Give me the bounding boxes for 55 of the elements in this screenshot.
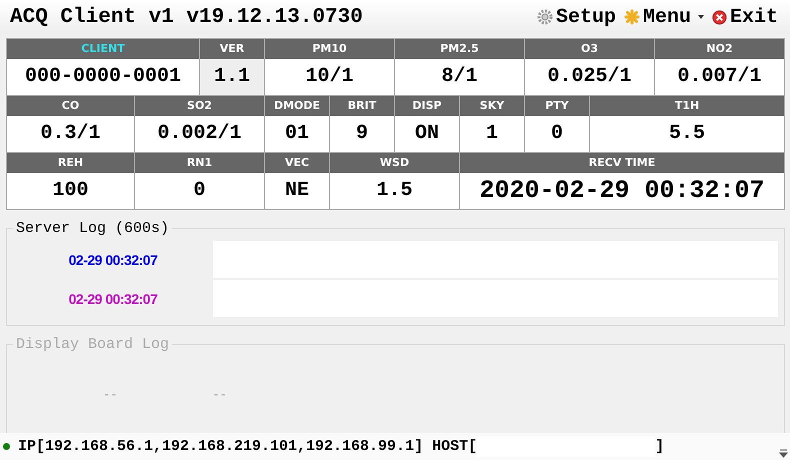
menu-button[interactable]: Menu [622, 6, 706, 28]
caret-icon [698, 15, 704, 19]
column-header: DMODE [265, 96, 329, 116]
value-cell-text: 0.002/1 [156, 121, 242, 147]
value-cell-text: 2020-02-29 00:32:07 [478, 175, 766, 207]
value-cell-text: 10/1 [304, 64, 354, 90]
asterisk-icon [624, 9, 640, 25]
setup-button[interactable]: Setup [534, 6, 618, 28]
log-time: 02-29 00:32:07 [68, 252, 158, 268]
gear-icon [536, 9, 553, 25]
column-header: PM2.5 [395, 39, 524, 59]
group-title: Server Log (600s) [15, 220, 170, 237]
column-header: PTY [525, 96, 589, 116]
column-header: VEC [265, 153, 329, 173]
value-cell-text: 0.007/1 [676, 64, 762, 90]
column-header: BRIT [330, 96, 394, 116]
column-header: RECV TIME [460, 153, 784, 173]
column-header: RN1 [135, 153, 264, 173]
value-cell-text: 01 [284, 121, 310, 147]
log-time: 02-29 00:32:07 [68, 290, 158, 306]
value-cell-text: 9 [354, 121, 369, 147]
value-cell: 1.1 [200, 59, 264, 95]
column-header: SKY [460, 96, 524, 116]
column-header: O3 [525, 39, 654, 59]
status-text: IP[192.168.56.1,192.168.219.101,192.168.99.1] HOST[ [18, 438, 478, 455]
column-header: T1H [590, 96, 784, 116]
status-text: ] [655, 438, 664, 455]
value-cell-text: 100 [51, 178, 90, 204]
value-cell-text: 000-0000-0001 [24, 64, 182, 90]
column-header: CO [7, 96, 134, 116]
column-header: REH [7, 153, 134, 173]
value-cell-text: 8/1 [440, 64, 478, 90]
placeholder-text: -- [103, 388, 118, 402]
value-cell-text: ON [414, 121, 440, 147]
placeholder-text: -- [212, 388, 227, 402]
column-header: SO2 [135, 96, 264, 116]
column-header: DISP [395, 96, 459, 116]
value-cell-text: NE [284, 178, 310, 204]
value-cell-text: 1 [484, 121, 499, 147]
value-cell-text: 5.5 [668, 121, 706, 147]
value-cell-text: 0.025/1 [546, 64, 632, 90]
value-cell-text: 0 [192, 178, 206, 204]
value-cell-text: 0 [550, 121, 564, 147]
group-title: Display Board Log [15, 336, 170, 353]
window-title: ACQ Client v1 v19.12.13.0730 [10, 6, 364, 28]
close-icon [712, 10, 727, 24]
column-header: CLIENT [7, 39, 199, 59]
exit-button[interactable]: Exit [710, 6, 780, 28]
value-cell-text: 0.3/1 [39, 121, 102, 147]
column-header: WSD [330, 153, 459, 173]
scroll-down-icon[interactable] [779, 449, 788, 458]
column-header: VER [200, 39, 264, 59]
column-header: PM10 [265, 39, 394, 59]
value-cell-text: 1.5 [375, 178, 414, 204]
column-header: NO2 [655, 39, 784, 59]
